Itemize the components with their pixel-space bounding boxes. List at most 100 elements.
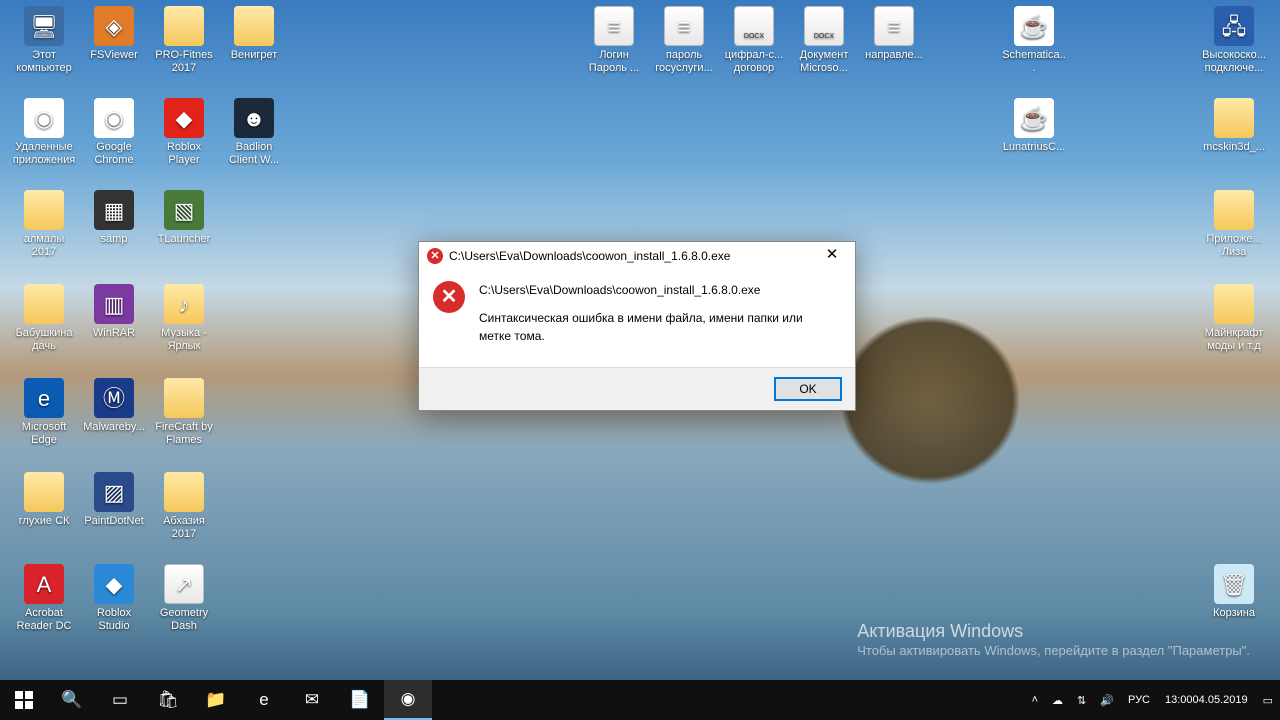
dialog-footer: OK: [419, 367, 855, 410]
edge-button[interactable]: e: [240, 680, 288, 720]
desktop-icon[interactable]: eMicrosoft Edge: [10, 378, 78, 447]
icon-label: LunatriusC...: [1000, 141, 1068, 154]
desktop-icon[interactable]: FireCraft by Flames: [150, 378, 218, 447]
icon-image: ◈: [94, 6, 134, 46]
desktop-icon[interactable]: Документ Microso...: [790, 6, 858, 75]
icon-label: Schematica...: [1000, 49, 1068, 75]
icon-image: [1214, 98, 1254, 138]
icon-image: [234, 6, 274, 46]
desktop-icon[interactable]: ▦samp: [80, 190, 148, 246]
icon-image: ☻: [234, 98, 274, 138]
icon-label: FSViewer: [80, 49, 148, 62]
desktop-icon[interactable]: Венигрет: [220, 6, 288, 62]
dialog-path: C:\Users\Eva\Downloads\coowon_install_1.…: [479, 281, 837, 299]
desktop-icon[interactable]: алмалы 2017: [10, 190, 78, 259]
desktop-icon[interactable]: ⓂMalwareby...: [80, 378, 148, 434]
desktop-icon[interactable]: ≡пароль госуслуги...: [650, 6, 718, 75]
desktop-icon[interactable]: ▧TLauncher: [150, 190, 218, 246]
icon-label: алмалы 2017: [10, 233, 78, 259]
icon-image: Ⓜ: [94, 378, 134, 418]
taskbar-buttons: 🔍▭🛍📁e✉📄◉: [0, 680, 432, 720]
desktop-icon[interactable]: ◉ Удаленные приложения: [10, 98, 78, 167]
desktop-icon[interactable]: глухие СК: [10, 472, 78, 528]
desktop-icon[interactable]: ◆Roblox Player: [150, 98, 218, 167]
icon-label: Высокоско... подключе...: [1200, 49, 1268, 75]
icon-label: Логин Пароль ...: [580, 49, 648, 75]
clock[interactable]: 13:00 04.05.2019: [1157, 680, 1256, 720]
desktop-icon[interactable]: ▨PaintDotNet: [80, 472, 148, 528]
icon-image: 🗑: [1214, 564, 1254, 604]
desktop-icon[interactable]: Абхазия 2017: [150, 472, 218, 541]
onedrive-icon[interactable]: ☁: [1045, 680, 1070, 720]
icon-image: ▨: [94, 472, 134, 512]
network-icon[interactable]: ⇅: [1070, 680, 1093, 720]
icon-label: Бабушкина дачь: [10, 327, 78, 353]
icon-label: Acrobat Reader DC: [10, 607, 78, 633]
icon-label: Удаленные приложения: [10, 141, 78, 167]
desktop-icon[interactable]: ♪Музыка - Ярлык: [150, 284, 218, 353]
desktop-icon[interactable]: ◈ FSViewer: [80, 6, 148, 62]
desktop-icon[interactable]: mcskin3d_...: [1200, 98, 1268, 154]
icon-image: ☕: [1014, 6, 1054, 46]
desktop[interactable]: 🖥Этот компьютер◈FSViewerPRO-Fitnes 2017В…: [0, 0, 1280, 720]
desktop-icon[interactable]: 🖧Высокоско... подключе...: [1200, 6, 1268, 75]
icon-image: [24, 284, 64, 324]
desktop-icon[interactable]: PRO-Fitnes 2017: [150, 6, 218, 75]
icon-image: ▦: [94, 190, 134, 230]
icon-label: Документ Microso...: [790, 49, 858, 75]
icon-image: ≡: [874, 6, 914, 46]
desktop-icon[interactable]: ↗Geometry Dash: [150, 564, 218, 633]
desktop-icon[interactable]: A Acrobat Reader DC: [10, 564, 78, 633]
icon-image: ◉: [24, 98, 64, 138]
search-button[interactable]: 🔍: [48, 680, 96, 720]
desktop-icon[interactable]: ☻ Badlion Client W...: [220, 98, 288, 167]
icon-label: FireCraft by Flames: [150, 421, 218, 447]
icon-label: TLauncher: [150, 233, 218, 246]
chrome-button[interactable]: ◉: [384, 680, 432, 720]
language-indicator[interactable]: РУС: [1121, 680, 1157, 720]
start-button[interactable]: [0, 680, 48, 720]
desktop-icon[interactable]: ≡ направле...: [860, 6, 928, 62]
desktop-icon[interactable]: ≡ Логин Пароль ...: [580, 6, 648, 75]
ok-button[interactable]: OK: [775, 378, 841, 400]
word-button[interactable]: 📄: [336, 680, 384, 720]
icon-image: ☕: [1014, 98, 1054, 138]
desktop-icon[interactable]: ☕ Schematica...: [1000, 6, 1068, 75]
desktop-icon[interactable]: 🖥Этот компьютер: [10, 6, 78, 75]
dialog-titlebar[interactable]: ✕ C:\Users\Eva\Downloads\coowon_install_…: [419, 242, 855, 269]
icon-label: пароль госуслуги...: [650, 49, 718, 75]
icon-image: A: [24, 564, 64, 604]
explorer-button[interactable]: 📁: [192, 680, 240, 720]
close-button[interactable]: ✕: [813, 245, 851, 267]
icon-label: Этот компьютер: [10, 49, 78, 75]
tray-overflow-button[interactable]: ˄: [1025, 680, 1045, 720]
desktop-icon[interactable]: Майнкрафт моды и т.д: [1200, 284, 1268, 353]
taskview-button[interactable]: ▭: [96, 680, 144, 720]
error-icon: ✕: [433, 281, 465, 313]
desktop-icon[interactable]: ▥WinRAR: [80, 284, 148, 340]
icon-image: e: [24, 378, 64, 418]
icon-label: цифрал-с... договор: [720, 49, 788, 75]
desktop-icon[interactable]: ◆Roblox Studio: [80, 564, 148, 633]
clock-time: 13:00: [1165, 693, 1193, 707]
desktop-icon[interactable]: 🗑Корзина: [1200, 564, 1268, 620]
error-dialog: ✕ C:\Users\Eva\Downloads\coowon_install_…: [418, 241, 856, 411]
icon-label: направле...: [860, 49, 928, 62]
icon-image: [164, 378, 204, 418]
mail-button[interactable]: ✉: [288, 680, 336, 720]
windows-logo-icon: [15, 691, 33, 709]
icon-label: Майнкрафт моды и т.д: [1200, 327, 1268, 353]
icon-image: ≡: [594, 6, 634, 46]
icon-label: Badlion Client W...: [220, 141, 288, 167]
desktop-icon[interactable]: Бабушкина дачь: [10, 284, 78, 353]
desktop-icon[interactable]: ☕ LunatriusC...: [1000, 98, 1068, 154]
store-button[interactable]: 🛍: [144, 680, 192, 720]
desktop-icon[interactable]: цифрал-с... договор: [720, 6, 788, 75]
desktop-icon[interactable]: Приложе... Лиза: [1200, 190, 1268, 259]
taskbar[interactable]: 🔍▭🛍📁e✉📄◉ ˄ ☁ ⇅ 🔊 РУС 13:00 04.05.2019 ▭: [0, 680, 1280, 720]
icon-image: ◉: [94, 98, 134, 138]
desktop-icon[interactable]: ◉Google Chrome: [80, 98, 148, 167]
clock-date: 04.05.2019: [1193, 693, 1248, 707]
action-center-button[interactable]: ▭: [1256, 680, 1280, 720]
volume-icon[interactable]: 🔊: [1093, 680, 1121, 720]
